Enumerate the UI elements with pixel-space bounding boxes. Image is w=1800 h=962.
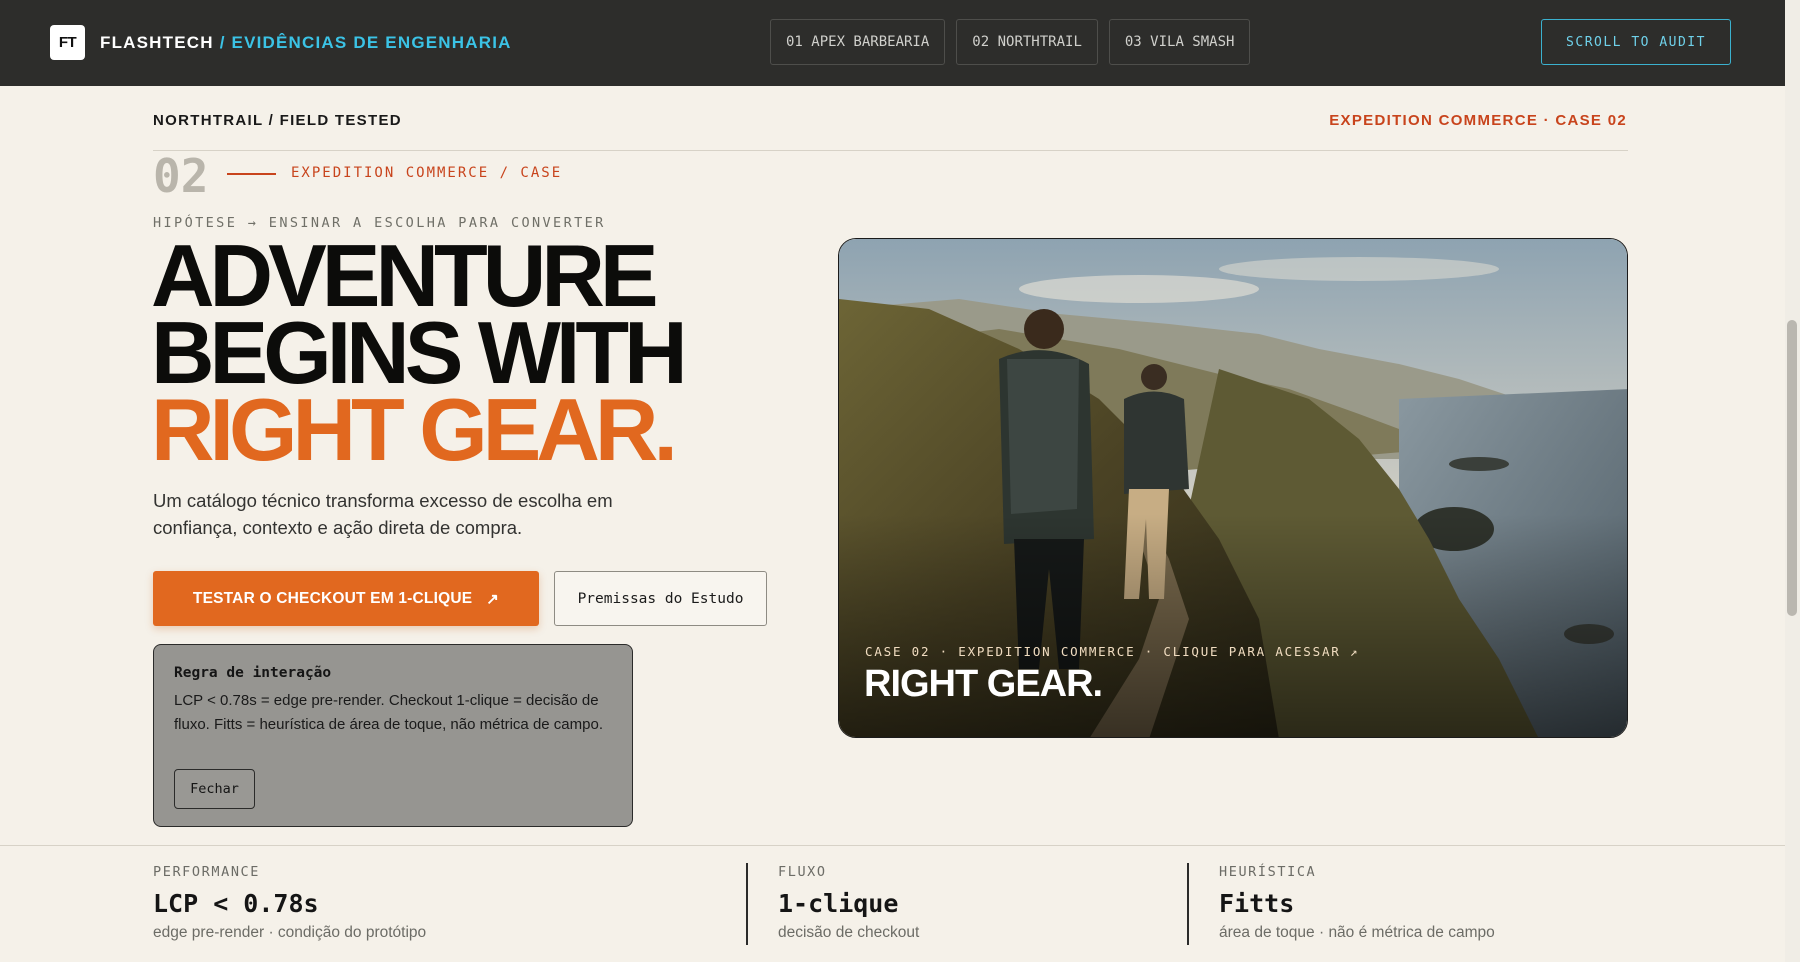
case-label: EXPEDITION COMMERCE · CASE 02 [1329,112,1627,129]
test-checkout-button[interactable]: TESTAR O CHECKOUT EM 1-CLIQUE ↗ [153,571,539,626]
metric-note: edge pre-render · condição do protótipo [153,924,427,941]
tab-apex-barbearia[interactable]: 01 APEX BARBEARIA [770,19,946,65]
hero-card-title: RIGHT GEAR. [864,663,1103,705]
brand-name: FLASHTECH [100,33,214,52]
metric-separator [1187,863,1189,945]
breadcrumb: NORTHTRAIL / FIELD TESTED [153,112,402,129]
tab-vila-smash[interactable]: 03 VILA SMASH [1108,19,1251,65]
close-popover-button[interactable]: Fechar [174,769,255,809]
brand-subtitle: / EVIDÊNCIAS DE ENGENHARIA [219,33,512,52]
metric-separator [746,863,748,945]
case-hero-card[interactable]: CASE 02 · EXPEDITION COMMERCE · CLIQUE P… [838,238,1628,738]
popover-body: LCP < 0.78s = edge pre-render. Checkout … [174,692,603,733]
top-navigation-bar: FT FLASHTECH / EVIDÊNCIAS DE ENGENHARIA … [0,0,1785,86]
brand-logo[interactable]: FT [50,25,85,60]
metric-performance: PERFORMANCE LCP < 0.78s edge pre-render … [153,864,426,942]
brand-title[interactable]: FLASHTECH / EVIDÊNCIAS DE ENGENHARIA [100,33,512,53]
metric-label: HEURÍSTICA [1219,864,1317,880]
metrics-divider [0,845,1785,846]
metric-heuristic: HEURÍSTICA Fitts área de toque · não é m… [1219,864,1495,942]
hero-headline: ADVENTURE BEGINS WITH RIGHT GEAR. [151,232,688,479]
metric-note: área de toque · não é métrica de campo [1219,924,1495,941]
hero-description: Um catálogo técnico transforma excesso d… [153,490,613,538]
metric-value: Fitts [1219,889,1295,918]
metric-flow: FLUXO 1-clique decisão de checkout [778,864,919,942]
metric-label: FLUXO [778,864,827,880]
scrollbar-thumb[interactable] [1787,320,1797,616]
section-divider [153,150,1628,151]
popover-title: Regra de interação [174,665,332,681]
accent-line [227,173,276,175]
headline-line-3: RIGHT GEAR. [151,380,678,479]
scroll-to-audit-button[interactable]: SCROLL TO AUDIT [1541,19,1731,65]
metric-value: 1-clique [778,889,899,918]
hero-card-meta: CASE 02 · EXPEDITION COMMERCE · CLIQUE P… [865,644,1360,659]
metric-label: PERFORMANCE [153,864,261,880]
arrow-up-right-icon: ↗ [486,590,500,608]
case-tag: EXPEDITION COMMERCE / CASE [291,165,563,181]
metric-note: decisão de checkout [778,924,920,941]
test-checkout-label: TESTAR O CHECKOUT EM 1-CLIQUE [192,589,473,607]
metric-value: LCP < 0.78s [153,889,319,918]
interaction-rule-popover: Regra de interação LCP < 0.78s = edge pr… [153,644,633,827]
case-number: 02 [153,149,209,203]
tab-northtrail[interactable]: 02 NORTHTRAIL [956,19,1098,65]
study-premises-button[interactable]: Premissas do Estudo [554,571,767,626]
case-tabs: 01 APEX BARBEARIA 02 NORTHTRAIL 03 VILA … [770,19,1251,65]
